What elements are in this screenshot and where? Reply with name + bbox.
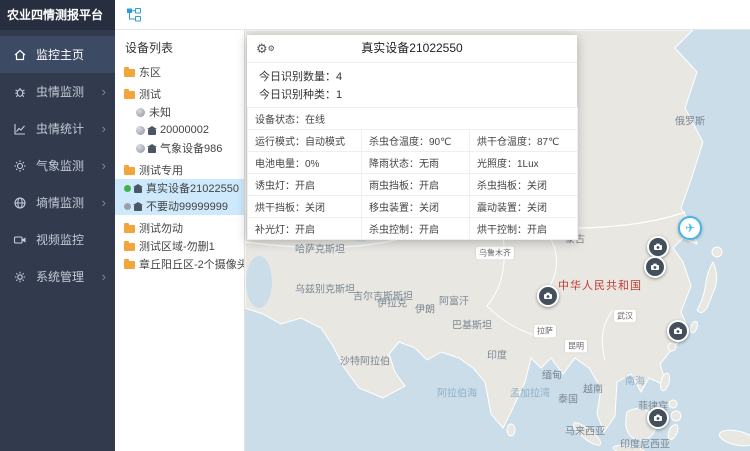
- status-dot-offline: [124, 203, 131, 210]
- sidebar: 农业四情测报平台 监控主页 虫情监测 › 虫情统计 › 气象: [0, 0, 115, 451]
- plane-marker[interactable]: ✈: [678, 216, 702, 240]
- folder-icon: [124, 167, 135, 175]
- tree-folder-east-zone[interactable]: 东区: [115, 63, 244, 81]
- sidebar-item-video-monitor[interactable]: 视频监控: [0, 221, 115, 258]
- folder-icon: [124, 243, 135, 251]
- sidebar-item-label: 虫情统计: [36, 120, 84, 137]
- folder-icon: [124, 261, 135, 269]
- sphere-icon: [136, 126, 145, 135]
- bug-icon: [13, 85, 27, 99]
- tree-device-donttouch-99999999[interactable]: 不要动99999999: [115, 197, 244, 215]
- tree-folder-zhangqiu-cameras[interactable]: 章丘阳丘区-2个摄像头: [115, 255, 244, 273]
- chevron-right-icon: ›: [102, 159, 106, 172]
- sidebar-item-weather-monitor[interactable]: 气象监测 ›: [0, 147, 115, 184]
- status-cell: 补光灯：开启: [248, 218, 362, 240]
- status-cell: 移虫装置：关闭: [362, 196, 470, 218]
- sidebar-item-label: 虫情监测: [36, 83, 84, 100]
- plane-icon: ✈: [685, 221, 695, 235]
- sphere-icon: [136, 108, 145, 117]
- device-list-panel: 设备列表 东区 测试 未知 20000002 气象设备986 测试专用 真实设备…: [115, 30, 245, 451]
- tree-folder-test[interactable]: 测试: [115, 85, 244, 103]
- status-cell: 降雨状态：无雨: [362, 152, 470, 174]
- status-cell: 诱虫灯：开启: [248, 174, 362, 196]
- tree-device-unknown[interactable]: 未知: [115, 103, 244, 121]
- device-lamp-icon: [134, 205, 142, 211]
- chevron-right-icon: ›: [102, 196, 106, 209]
- home-icon: [13, 48, 27, 62]
- status-cell: 杀虫控制：开启: [362, 218, 470, 240]
- popup-header: ⚙⚙ 真实设备21022550: [247, 35, 577, 63]
- tree-folder-test-nomove[interactable]: 测试勿动: [115, 219, 244, 237]
- sidebar-item-label: 系统管理: [36, 268, 84, 285]
- chevron-right-icon: ›: [102, 122, 106, 135]
- status-cell: 烘干挡板：关闭: [248, 196, 362, 218]
- tree-folder-test-only[interactable]: 测试专用: [115, 161, 244, 179]
- video-camera-icon: [13, 233, 27, 247]
- status-cell: 杀虫仓温度：90℃: [362, 130, 470, 152]
- chevron-right-icon: ›: [102, 270, 106, 283]
- device-status-cell: 设备状态：在线: [248, 108, 578, 130]
- status-cell: 烘干控制：开启: [470, 218, 578, 240]
- status-cell: 运行模式：自动模式: [248, 130, 362, 152]
- folder-icon: [124, 225, 135, 233]
- sidebar-item-soil-monitor[interactable]: 墒情监测 ›: [0, 184, 115, 221]
- line-chart-icon: [13, 122, 27, 136]
- status-dot-online: [124, 185, 131, 192]
- tree-toggle-icon[interactable]: [126, 7, 142, 23]
- status-cell: 杀虫挡板：关闭: [470, 174, 578, 196]
- status-cell: 光照度：1Lux: [470, 152, 578, 174]
- sidebar-item-label: 监控主页: [36, 46, 84, 63]
- tree-device-20000002[interactable]: 20000002: [115, 121, 244, 139]
- device-lamp-icon: [148, 147, 156, 153]
- sidebar-item-label: 墒情监测: [36, 194, 84, 211]
- chevron-right-icon: ›: [102, 85, 106, 98]
- stat-recognized-count: 今日识别数量：4: [259, 68, 565, 86]
- sphere-icon: [136, 144, 145, 153]
- device-list-title: 设备列表: [115, 30, 244, 63]
- tree-folder-test-area[interactable]: 测试区域-勿删1: [115, 237, 244, 255]
- status-cell: 烘干仓温度：87℃: [470, 130, 578, 152]
- status-cell: 震动装置：关闭: [470, 196, 578, 218]
- sidebar-item-home[interactable]: 监控主页: [0, 36, 115, 73]
- sidebar-item-insect-monitor[interactable]: 虫情监测 ›: [0, 73, 115, 110]
- stat-recognized-types: 今日识别种类：1: [259, 86, 565, 104]
- sidebar-menu: 监控主页 虫情监测 › 虫情统计 › 气象监测 ›: [0, 30, 115, 295]
- popup-stats: 今日识别数量：4 今日识别种类：1: [247, 63, 577, 107]
- folder-icon: [124, 91, 135, 99]
- folder-icon: [124, 69, 135, 77]
- settings-gear-icon[interactable]: ⚙⚙: [256, 35, 275, 62]
- sidebar-item-insect-stats[interactable]: 虫情统计 ›: [0, 110, 115, 147]
- status-cell: 雨虫挡板：开启: [362, 174, 470, 196]
- status-cell: 电池电量：0%: [248, 152, 362, 174]
- app-title: 农业四情测报平台: [0, 0, 115, 30]
- tree-device-weather-986[interactable]: 气象设备986: [115, 139, 244, 157]
- device-status-table: 设备状态：在线 运行模式：自动模式 杀虫仓温度：90℃ 烘干仓温度：87℃ 电池…: [247, 107, 578, 240]
- globe-icon: [13, 196, 27, 210]
- sidebar-item-system-manage[interactable]: 系统管理 ›: [0, 258, 115, 295]
- device-lamp-icon: [148, 129, 156, 135]
- sidebar-item-label: 气象监测: [36, 157, 84, 174]
- device-info-popup: ⚙⚙ 真实设备21022550 今日识别数量：4 今日识别种类：1 设备状态：在…: [247, 35, 577, 240]
- sun-icon: [13, 159, 27, 173]
- tree-device-real-21022550[interactable]: 真实设备21022550: [115, 179, 244, 197]
- sidebar-item-label: 视频监控: [36, 231, 84, 248]
- popup-title: 真实设备21022550: [361, 41, 462, 55]
- topbar: [115, 0, 750, 30]
- gear-icon: [13, 270, 27, 284]
- device-lamp-icon: [134, 187, 142, 193]
